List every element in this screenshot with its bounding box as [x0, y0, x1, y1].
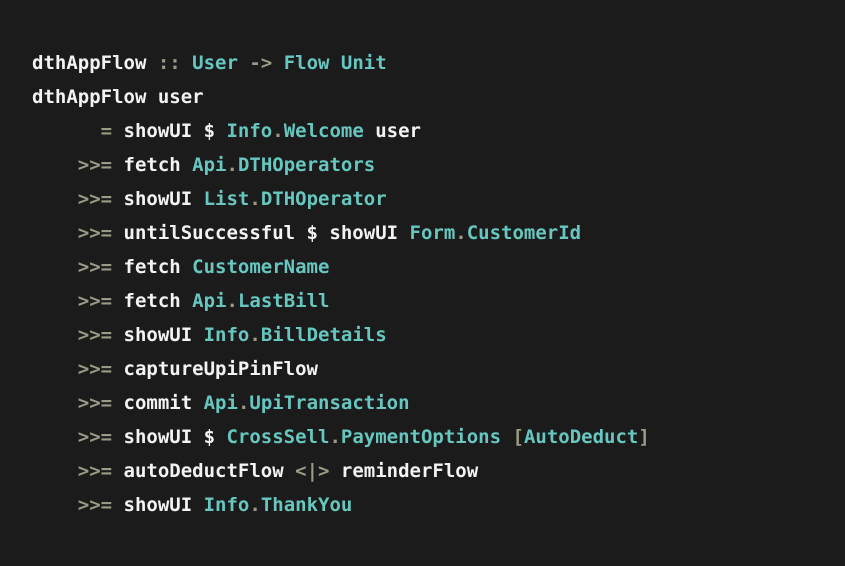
code-line: >>= commit Api.UpiTransaction — [32, 391, 845, 425]
code-token: = — [100, 120, 113, 142]
code-line: = showUI $ Info.Welcome user — [32, 119, 845, 153]
code-line: dthAppFlow user — [32, 85, 845, 119]
code-line: >>= fetch Api.DTHOperators — [32, 153, 845, 187]
code-token: >>= — [77, 154, 113, 176]
code-line: >>= fetch CustomerName — [32, 255, 845, 289]
code-token: . — [249, 188, 261, 210]
code-token: Api — [192, 154, 227, 176]
code-token: >>= — [77, 426, 113, 448]
code-token: DTHOperators — [237, 154, 376, 176]
code-token: . — [237, 392, 250, 414]
code-token: fetch — [112, 256, 193, 278]
code-token: >>= — [77, 222, 113, 244]
code-token: showUI — [112, 324, 204, 346]
code-token: . — [249, 494, 261, 516]
code-token: CustomerId — [466, 222, 582, 244]
code-token: ] — [638, 426, 650, 448]
code-token: . — [329, 426, 341, 448]
code-token: . — [455, 222, 467, 244]
code-token: captureUpiPinFlow — [112, 358, 318, 380]
code-token: >>= — [77, 188, 113, 210]
code-token: DTHOperator — [260, 188, 387, 210]
code-token: commit — [112, 392, 204, 414]
code-token: :: — [146, 52, 193, 74]
code-line: >>= showUI Info.ThankYou — [32, 493, 845, 527]
code-token: BillDetails — [260, 324, 387, 346]
code-token: autoDeductFlow — [112, 460, 296, 482]
code-token: CrossSell — [226, 426, 330, 448]
code-token: Info — [226, 120, 273, 142]
code-token: fetch — [112, 290, 193, 312]
code-token: Info — [203, 494, 250, 516]
code-line: dthAppFlow :: User -> Flow Unit — [32, 51, 845, 85]
code-token: LastBill — [237, 290, 330, 312]
code-token: dthAppFlow user — [32, 86, 204, 108]
code-token: >>= — [77, 358, 113, 380]
code-token: . — [272, 120, 284, 142]
code-token: CustomerName — [192, 256, 330, 278]
code-token: <|> — [295, 460, 330, 482]
code-token: reminderFlow — [329, 460, 479, 482]
code-line: >>= showUI Info.BillDetails — [32, 323, 845, 357]
code-token: >>= — [77, 392, 113, 414]
code-token: showUI — [112, 494, 204, 516]
code-token: Flow Unit — [283, 52, 387, 74]
code-token: . — [226, 290, 238, 312]
code-line: >>= showUI $ CrossSell.PaymentOptions [A… — [32, 425, 845, 459]
code-token: >>= — [77, 256, 113, 278]
code-line: >>= fetch Api.LastBill — [32, 289, 845, 323]
code-token: . — [249, 324, 261, 346]
code-token: . — [226, 154, 238, 176]
code-line: >>= autoDeductFlow <|> reminderFlow — [32, 459, 845, 493]
code-token: >>= — [77, 290, 113, 312]
code-token: AutoDeduct — [523, 426, 639, 448]
code-token: dthAppFlow — [32, 52, 147, 74]
code-token: UpiTransaction — [249, 392, 410, 414]
code-token: showUI $ — [112, 426, 227, 448]
code-token: [ — [501, 426, 524, 448]
code-token: untilSuccessful $ showUI — [112, 222, 410, 244]
code-token: List — [203, 188, 250, 210]
code-token: showUI $ — [112, 120, 227, 142]
code-token: User — [192, 52, 238, 74]
code-token: Info — [203, 324, 250, 346]
code-line: >>= untilSuccessful $ showUI Form.Custom… — [32, 221, 845, 255]
code-token: PaymentOptions — [340, 426, 502, 448]
code-token: -> — [237, 52, 284, 74]
code-line: >>= captureUpiPinFlow — [32, 357, 845, 391]
code-token: Api — [192, 290, 227, 312]
code-token: showUI — [112, 188, 204, 210]
code-token: user — [363, 120, 421, 142]
code-line: >>= showUI List.DTHOperator — [32, 187, 845, 221]
code-token: Api — [203, 392, 238, 414]
code-token: fetch — [112, 154, 193, 176]
code-block: dthAppFlow :: User -> Flow Unit dthAppFlo… — [0, 0, 845, 566]
code-token: ThankYou — [260, 494, 353, 516]
code-token: Form — [409, 222, 456, 244]
code-token: Welcome — [283, 120, 364, 142]
code-token: >>= — [77, 460, 113, 482]
code-token: >>= — [77, 324, 113, 346]
code-token: >>= — [77, 494, 113, 516]
